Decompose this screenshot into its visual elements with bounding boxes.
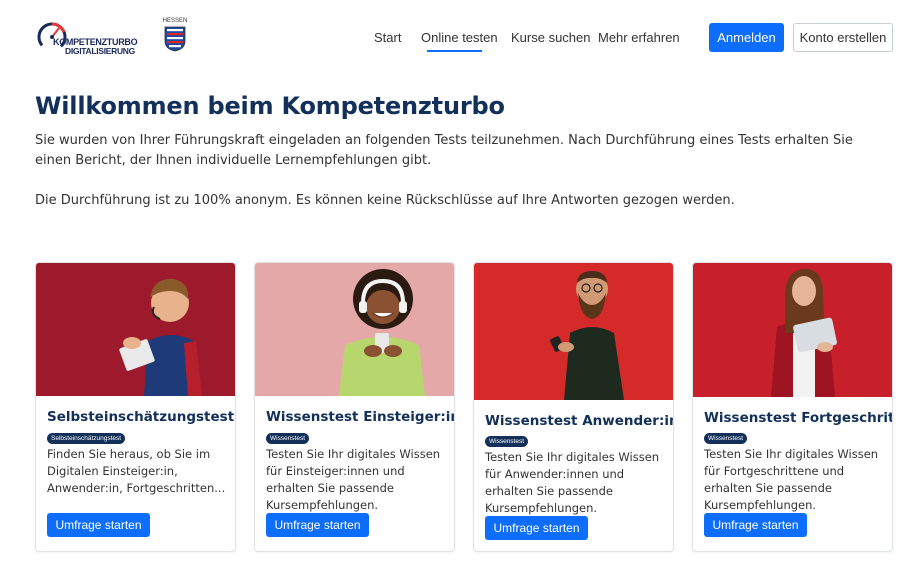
logo-text-line2: DIGITALISIERUNG: [65, 46, 135, 56]
anonymity-note: Die Durchführung ist zu 100% anonym. Es …: [35, 193, 735, 208]
start-survey-button[interactable]: Umfrage starten: [266, 513, 369, 537]
hessen-coat-of-arms-icon: [164, 26, 186, 52]
card-description: Testen Sie Ihr digitales Wissen für Anwe…: [485, 450, 660, 515]
woman-with-laptop-photo-icon: [693, 263, 892, 397]
nav-mehr-erfahren[interactable]: Mehr erfahren: [598, 30, 680, 45]
card-title: Wissenstest Anwender:in: [485, 413, 674, 429]
nav-kurse-suchen[interactable]: Kurse suchen: [511, 30, 591, 45]
card-image: [255, 263, 454, 396]
test-card-fortgeschritten: Wissenstest Fortgeschritten Wissenstest …: [692, 262, 893, 552]
card-title: Wissenstest Einsteiger:in: [266, 409, 455, 425]
boy-with-tablet-photo-icon: [36, 263, 235, 396]
card-title: Wissenstest Fortgeschritten: [704, 410, 892, 426]
start-survey-button[interactable]: Umfrage starten: [47, 513, 150, 537]
nav-start[interactable]: Start: [374, 30, 401, 45]
register-button[interactable]: Konto erstellen: [793, 23, 893, 52]
hessen-label: HESSEN: [162, 18, 188, 24]
card-description: Testen Sie Ihr digitales Wissen für Fort…: [704, 447, 879, 512]
card-description: Testen Sie Ihr digitales Wissen für Eins…: [266, 447, 441, 512]
nav-online-testen[interactable]: Online testen: [421, 30, 498, 45]
start-survey-button[interactable]: Umfrage starten: [485, 516, 588, 540]
test-card-einsteiger: Wissenstest Einsteiger:in Wissenstest Te…: [254, 262, 455, 552]
card-title: Selbsteinschätzungstest: [47, 409, 235, 425]
page-title: Willkommen beim Kompetenzturbo: [35, 92, 505, 120]
nav-active-indicator: [427, 50, 482, 52]
bearded-man-with-phone-photo-icon: [474, 263, 673, 400]
card-badge: Selbsteinschätzungstest: [47, 433, 126, 444]
card-description: Finden Sie heraus, ob Sie im Digitalen E…: [47, 447, 226, 495]
login-button[interactable]: Anmelden: [709, 23, 784, 52]
card-badge: Wissenstest: [266, 433, 310, 444]
card-badge: Wissenstest: [485, 436, 529, 447]
test-card-anwender: Wissenstest Anwender:in Wissenstest Test…: [473, 262, 674, 552]
test-card-selbsteinschaetzung: Selbsteinschätzungstest Selbsteinschätzu…: [35, 262, 236, 552]
kompetenzturbo-logo[interactable]: KOMPETENZTURBO DIGITALISIERUNG: [35, 20, 138, 56]
card-image: [474, 263, 673, 400]
card-image: [693, 263, 892, 397]
intro-paragraph: Sie wurden von Ihrer Führungskraft einge…: [35, 133, 853, 168]
hessen-logo: HESSEN: [162, 18, 188, 54]
card-badge: Wissenstest: [704, 433, 748, 444]
start-survey-button[interactable]: Umfrage starten: [704, 513, 807, 537]
card-image: [36, 263, 235, 396]
woman-with-headphones-photo-icon: [255, 263, 454, 396]
